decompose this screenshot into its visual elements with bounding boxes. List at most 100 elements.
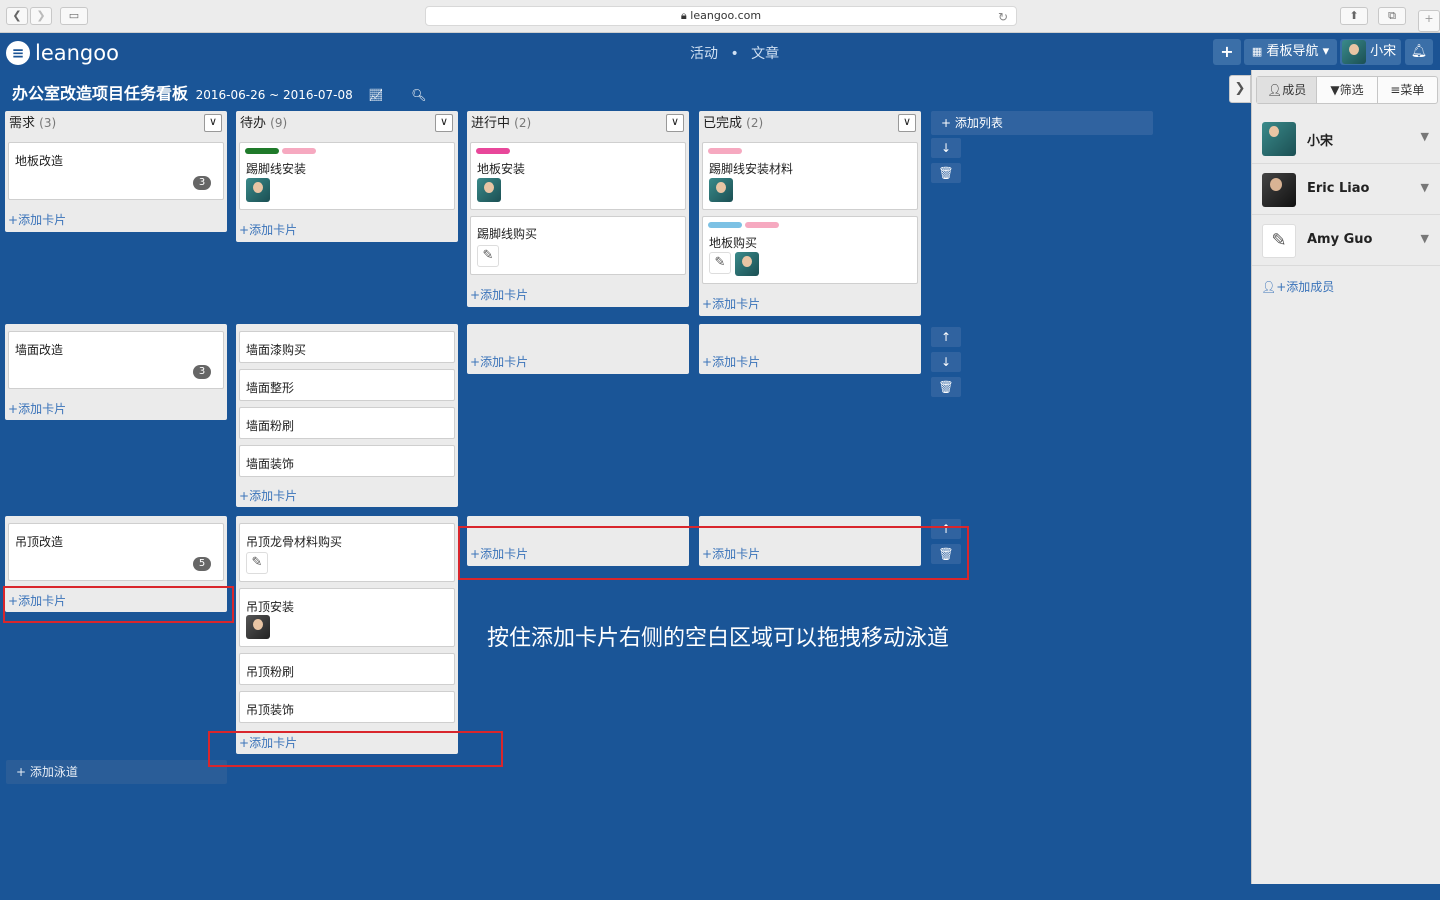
add-card-link[interactable]: +添加卡片 (239, 487, 297, 504)
plus-icon: + (239, 223, 250, 237)
new-tab-icon[interactable]: + (1418, 10, 1440, 32)
add-list-button[interactable]: + 添加列表 (931, 111, 1153, 135)
user-menu[interactable]: 小宋 (1340, 39, 1401, 65)
forward-icon[interactable]: ❯ (30, 7, 52, 25)
column-header-doing[interactable]: 进行中 (2) ∨ (467, 111, 689, 135)
add-card-link[interactable]: +添加卡片 (470, 353, 528, 370)
sidebar-toggle-icon[interactable]: ▭ (60, 7, 88, 25)
chevron-down-icon[interactable]: ∨ (898, 114, 916, 132)
add-card-link[interactable]: +添加卡片 (702, 295, 760, 312)
delete-lane-icon[interactable]: 🗑︎ (931, 163, 961, 183)
column-header-todo[interactable]: 待办 (9) ∨ (236, 111, 458, 135)
card[interactable]: 地板安装 (470, 142, 686, 210)
card-title: 墙面粉刷 (246, 419, 295, 433)
move-lane-up-icon[interactable]: ↑ (931, 327, 961, 347)
add-button[interactable]: + (1213, 39, 1241, 65)
card[interactable]: 地板改造 3 (8, 142, 224, 200)
add-card-link[interactable]: +添加卡片 (239, 734, 297, 751)
card[interactable]: 踢脚线安装 (239, 142, 455, 210)
collapse-panel-icon[interactable]: ❯ (1229, 75, 1251, 103)
add-card-link[interactable]: +添加卡片 (470, 545, 528, 562)
right-sidebar: 👤︎成员 ▼筛选 ≡菜单 小宋 ▼ Eric Liao ▼ ✎ Amy Guo … (1251, 70, 1440, 884)
add-lane-button[interactable]: + 添加泳道 (6, 760, 227, 784)
chevron-down-icon[interactable]: ∨ (435, 114, 453, 132)
add-card-label: 添加卡片 (480, 288, 529, 302)
card[interactable]: 墙面粉刷 (239, 407, 455, 439)
card-members (246, 615, 270, 639)
card[interactable]: 墙面漆购买 (239, 331, 455, 363)
share-icon[interactable]: ⬆ (1340, 7, 1368, 25)
move-lane-down-icon[interactable]: ↓ (931, 352, 961, 372)
card[interactable]: 吊顶改造 5 (8, 523, 224, 581)
column-header-requirements[interactable]: 需求 (3) ∨ (5, 111, 227, 135)
app-header: ≡ leangoo 活动 • 文章 + ▦ 看板导航 ▾ 小宋 🔔︎ (0, 34, 1440, 70)
card-title: 踢脚线安装材料 (709, 162, 794, 176)
add-card-link[interactable]: +添加卡片 (8, 211, 66, 228)
nav-activity-link[interactable]: 活动 (690, 46, 718, 62)
nav-articles-link[interactable]: 文章 (751, 46, 779, 62)
chevron-down-icon[interactable]: ∨ (666, 114, 684, 132)
card[interactable]: 墙面整形 (239, 369, 455, 401)
member-avatar (735, 252, 759, 276)
tabs-icon[interactable]: ⧉ (1378, 7, 1406, 25)
label-blue (708, 222, 742, 228)
card[interactable]: 吊顶安装 (239, 588, 455, 647)
add-card-link[interactable]: +添加卡片 (702, 545, 760, 562)
add-card-label: 添加卡片 (18, 213, 67, 227)
add-card-link[interactable]: +添加卡片 (8, 400, 66, 417)
nav-separator: • (730, 46, 739, 62)
card-title: 地板安装 (477, 162, 526, 176)
chart-icon[interactable]: 📈︎ (368, 88, 383, 102)
column-name: 需求 (9, 116, 36, 131)
reload-icon[interactable]: ↻ (998, 8, 1008, 26)
add-card-link[interactable]: +添加卡片 (239, 221, 297, 238)
card[interactable]: 墙面装饰 (239, 445, 455, 477)
member-item[interactable]: Eric Liao ▼ (1252, 165, 1440, 215)
plus-icon: + (470, 288, 481, 302)
card[interactable]: 墙面改造 3 (8, 331, 224, 389)
tab-members[interactable]: 👤︎成员 (1257, 77, 1318, 103)
card[interactable]: 吊顶装饰 (239, 691, 455, 723)
filter-icon[interactable]: ▼ (1421, 181, 1429, 194)
column-header-done[interactable]: 已完成 (2) ∨ (699, 111, 921, 135)
member-avatar (1262, 173, 1296, 207)
board-title[interactable]: 办公室改造项目任务看板 (12, 84, 188, 103)
member-item[interactable]: 小宋 ▼ (1252, 114, 1440, 164)
member-item[interactable]: ✎ Amy Guo ▼ (1252, 216, 1440, 266)
card[interactable]: 踢脚线安装材料 (702, 142, 918, 210)
card[interactable]: 地板购买 ✎ (702, 216, 918, 284)
card[interactable]: 吊顶龙骨材料购买 ✎ (239, 523, 455, 582)
add-member-link[interactable]: 👤︎+添加成员 (1261, 278, 1334, 295)
card-count-badge: 3 (193, 365, 211, 379)
card[interactable]: 吊顶粉刷 (239, 653, 455, 685)
add-card-link[interactable]: +添加卡片 (470, 286, 528, 303)
card-members (709, 178, 733, 202)
move-lane-up-icon[interactable]: ↑ (931, 519, 961, 539)
add-card-link[interactable]: +添加卡片 (702, 353, 760, 370)
search-icon[interactable]: 🔍︎ (411, 88, 426, 102)
move-lane-down-icon[interactable]: ↓ (931, 138, 961, 158)
add-card-link[interactable]: +添加卡片 (8, 592, 66, 609)
chevron-down-icon[interactable]: ∨ (204, 114, 222, 132)
filter-icon[interactable]: ▼ (1421, 130, 1429, 143)
back-icon[interactable]: ❮ (6, 7, 28, 25)
tab-filter[interactable]: ▼筛选 (1317, 77, 1378, 103)
column-count: (3) (39, 116, 57, 130)
card[interactable]: 踢脚线购买 ✎ (470, 216, 686, 275)
card-labels (708, 222, 779, 228)
notification-bell-icon[interactable]: 🔔︎ (1405, 39, 1433, 65)
plus-icon: + (8, 213, 19, 227)
delete-lane-icon[interactable]: 🗑︎ (931, 544, 961, 564)
label-magenta (476, 148, 510, 154)
filter-icon[interactable]: ▼ (1421, 232, 1429, 245)
address-bar[interactable]: 🔒︎ leangoo.com ↻ (425, 6, 1017, 26)
app-logo[interactable]: ≡ leangoo (6, 40, 119, 66)
plus-icon: + (8, 594, 19, 608)
board-nav-label: 看板导航 ▾ (1266, 44, 1330, 59)
delete-lane-icon[interactable]: 🗑︎ (931, 377, 961, 397)
card-members: ✎ (709, 252, 759, 276)
add-card-label: 添加卡片 (480, 355, 529, 369)
column-name: 待办 (240, 116, 267, 131)
tab-menu[interactable]: ≡菜单 (1378, 77, 1437, 103)
board-nav-button[interactable]: ▦ 看板导航 ▾ (1244, 39, 1337, 65)
